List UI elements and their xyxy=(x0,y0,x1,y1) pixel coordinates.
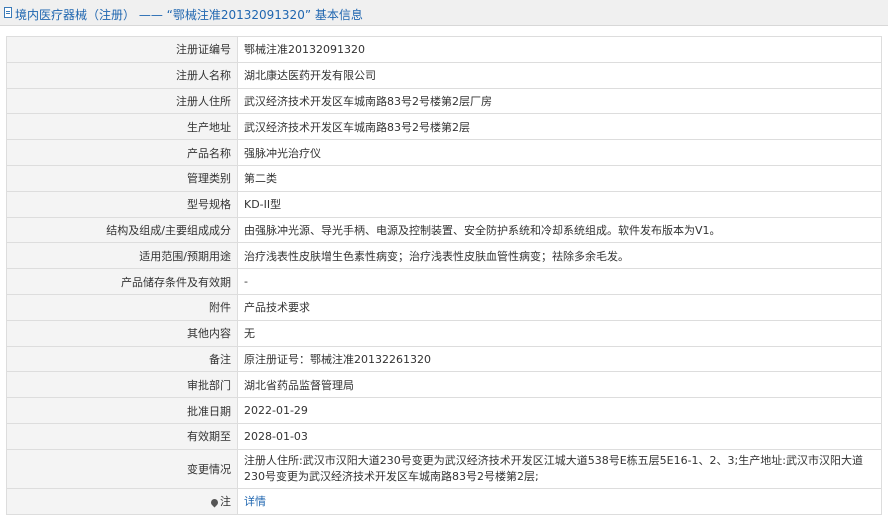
note-label: 注 xyxy=(220,495,231,509)
page-title: 境内医疗器械（注册） —— “鄂械注准20132091320” 基本信息 xyxy=(15,8,363,22)
row-label: 结构及组成/主要组成成分 xyxy=(6,216,238,244)
row-label: 产品储存条件及有效期 xyxy=(6,268,238,295)
row-value: 武汉经济技术开发区车城南路83号2号楼第2层厂房 xyxy=(237,87,882,115)
row-value: 鄂械注准20132091320 xyxy=(237,36,882,63)
table-row: 审批部门 湖北省药品监督管理局 xyxy=(6,371,882,399)
table-row: 备注 原注册证号：鄂械注准20132261320 xyxy=(6,345,882,373)
table-row: 结构及组成/主要组成成分 由强脉冲光源、导光手柄、电源及控制装置、安全防护系统和… xyxy=(6,216,882,244)
table-row: 有效期至 2028-01-03 xyxy=(6,422,882,450)
table-row: 产品名称 强脉冲光治疗仪 xyxy=(6,139,882,166)
row-value: 无 xyxy=(237,319,882,347)
row-value: 治疗浅表性皮肤增生色素性病变；治疗浅表性皮肤血管性病变；祛除多余毛发。 xyxy=(237,242,882,270)
row-value: 原注册证号：鄂械注准20132261320 xyxy=(237,345,882,373)
row-label: 审批部门 xyxy=(6,371,238,399)
row-value: 第二类 xyxy=(237,164,882,192)
row-label: 变更情况 xyxy=(6,448,238,489)
row-label: 注册证编号 xyxy=(6,36,238,63)
table-row: 产品储存条件及有效期 - xyxy=(6,268,882,295)
info-table: 注册证编号 鄂械注准20132091320 注册人名称 湖北康达医药开发有限公司… xyxy=(6,36,882,515)
row-value: 湖北省药品监督管理局 xyxy=(237,371,882,399)
row-value: 湖北康达医药开发有限公司 xyxy=(237,61,882,89)
row-value: 由强脉冲光源、导光手柄、电源及控制装置、安全防护系统和冷却系统组成。软件发布版本… xyxy=(237,216,882,244)
row-value: 详情 xyxy=(237,487,882,515)
row-label: 批准日期 xyxy=(6,397,238,424)
row-label: 产品名称 xyxy=(6,139,238,166)
table-row: 变更情况 注册人住所:武汉市汉阳大道230号变更为武汉经济技术开发区江城大道53… xyxy=(6,448,882,489)
row-value: KD-II型 xyxy=(237,190,882,218)
table-row: 批准日期 2022-01-29 xyxy=(6,397,882,424)
row-value: 武汉经济技术开发区车城南路83号2号楼第2层 xyxy=(237,113,882,141)
table-row: 其他内容 无 xyxy=(6,319,882,347)
row-label: 其他内容 xyxy=(6,319,238,347)
row-label: 注 xyxy=(6,487,238,515)
page-header: 境内医疗器械（注册） —— “鄂械注准20132091320” 基本信息 xyxy=(0,0,888,26)
row-label: 注册人名称 xyxy=(6,61,238,89)
row-value: 强脉冲光治疗仪 xyxy=(237,139,882,166)
table-row: 附件 产品技术要求 xyxy=(6,293,882,321)
row-value: 注册人住所:武汉市汉阳大道230号变更为武汉经济技术开发区江城大道538号E栋五… xyxy=(237,448,882,489)
table-row: 管理类别 第二类 xyxy=(6,164,882,192)
row-label: 型号规格 xyxy=(6,190,238,218)
table-row: 适用范围/预期用途 治疗浅表性皮肤增生色素性病变；治疗浅表性皮肤血管性病变；祛除… xyxy=(6,242,882,270)
document-icon xyxy=(4,7,12,18)
row-label: 生产地址 xyxy=(6,113,238,141)
details-link[interactable]: 详情 xyxy=(244,495,266,508)
location-pin-icon xyxy=(209,497,220,508)
table-row: 注册人名称 湖北康达医药开发有限公司 xyxy=(6,61,882,89)
row-label: 适用范围/预期用途 xyxy=(6,242,238,270)
table-row: 型号规格 KD-II型 xyxy=(6,190,882,218)
row-value: 2022-01-29 xyxy=(237,397,882,424)
row-label: 备注 xyxy=(6,345,238,373)
table-row: 注册证编号 鄂械注准20132091320 xyxy=(6,36,882,63)
table-row: 生产地址 武汉经济技术开发区车城南路83号2号楼第2层 xyxy=(6,113,882,141)
row-label: 管理类别 xyxy=(6,164,238,192)
row-label: 注册人住所 xyxy=(6,87,238,115)
row-value: - xyxy=(237,268,882,295)
change-history-text: 注册人住所:武汉市汉阳大道230号变更为武汉经济技术开发区江城大道538号E栋五… xyxy=(244,453,863,483)
row-label: 有效期至 xyxy=(6,422,238,450)
table-row: 注册人住所 武汉经济技术开发区车城南路83号2号楼第2层厂房 xyxy=(6,87,882,115)
row-value: 产品技术要求 xyxy=(237,293,882,321)
row-value: 2028-01-03 xyxy=(237,422,882,450)
row-label: 附件 xyxy=(6,293,238,321)
table-row: 注 详情 xyxy=(6,487,882,515)
